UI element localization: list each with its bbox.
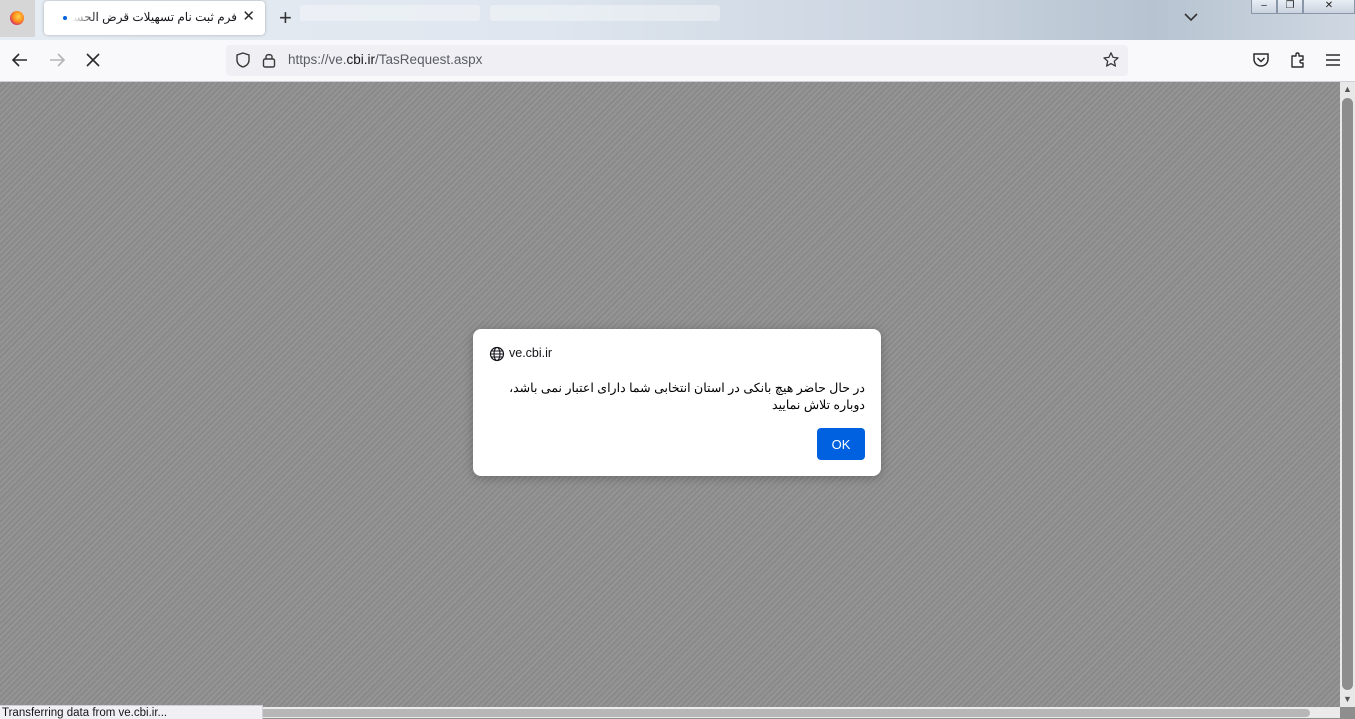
- vertical-scroll-thumb[interactable]: [1342, 98, 1353, 690]
- url-domain: cbi.ir: [346, 52, 376, 67]
- minimize-button[interactable]: –: [1251, 0, 1277, 14]
- address-bar[interactable]: https://ve.cbi.ir/TasRequest.aspx: [226, 45, 1128, 76]
- globe-icon: [489, 346, 505, 362]
- tab-active[interactable]: فرم ثبت نام تسهیلات قرض الحسنه ازدواج ✕: [44, 1, 265, 35]
- extensions-puzzle-icon[interactable]: [1288, 50, 1308, 70]
- back-arrow-icon[interactable]: [10, 50, 30, 70]
- firefox-logo-icon: [10, 11, 24, 25]
- scroll-down-icon[interactable]: ▼: [1343, 694, 1352, 704]
- window-controls: – ❐ ✕: [1251, 0, 1355, 14]
- tab-title: فرم ثبت نام تسهیلات قرض الحسنه ازدواج: [72, 10, 237, 24]
- ok-button[interactable]: OK: [817, 428, 865, 460]
- restore-button[interactable]: ❐: [1277, 0, 1303, 14]
- background-tab[interactable]: [490, 5, 720, 21]
- status-text: Transferring data from ve.cbi.ir...: [0, 705, 263, 719]
- tab-strip: فرم ثبت نام تسهیلات قرض الحسنه ازدواج ✕ …: [0, 0, 1355, 40]
- background-tab[interactable]: [300, 5, 480, 21]
- forward-arrow-icon[interactable]: [47, 50, 67, 70]
- tracking-protection-shield-icon[interactable]: [234, 51, 252, 69]
- alert-dialog: ve.cbi.ir در حال حاضر هیچ بانکی در استان…: [473, 329, 881, 476]
- pocket-icon[interactable]: [1251, 50, 1271, 70]
- new-tab-button[interactable]: +: [279, 6, 292, 30]
- tab-close-icon[interactable]: ✕: [242, 9, 255, 25]
- tab-attention-dot-icon: [63, 16, 67, 20]
- close-window-button[interactable]: ✕: [1303, 0, 1355, 14]
- url-path: /TasRequest.aspx: [375, 52, 483, 67]
- scroll-up-icon[interactable]: ▲: [1343, 84, 1352, 94]
- tab-list-chevron-down-icon[interactable]: [1182, 8, 1200, 26]
- vertical-scrollbar[interactable]: ▲ ▼: [1340, 82, 1355, 707]
- url-prefix: https://ve.: [288, 52, 347, 67]
- hamburger-menu-icon[interactable]: [1323, 50, 1343, 70]
- lock-icon[interactable]: [261, 51, 277, 69]
- url-text[interactable]: https://ve.cbi.ir/TasRequest.aspx: [288, 52, 482, 67]
- horizontal-scroll-thumb[interactable]: [260, 709, 1310, 717]
- dialog-origin-text: ve.cbi.ir: [509, 346, 553, 360]
- bookmark-star-icon[interactable]: [1102, 51, 1120, 69]
- stop-loading-icon[interactable]: [83, 50, 103, 70]
- firefox-menu-button[interactable]: [0, 0, 35, 37]
- navigation-toolbar: https://ve.cbi.ir/TasRequest.aspx: [0, 40, 1355, 82]
- dialog-message: در حال حاضر هیچ بانکی در استان انتخابی ش…: [509, 381, 865, 412]
